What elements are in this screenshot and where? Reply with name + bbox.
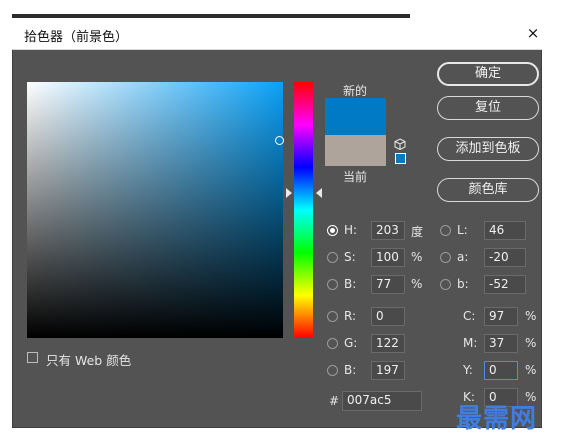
radio-h[interactable] bbox=[327, 225, 338, 236]
radio-brightness[interactable] bbox=[327, 279, 338, 290]
color-field[interactable] bbox=[27, 82, 284, 338]
hex-input[interactable]: 007ac5 bbox=[342, 391, 422, 411]
radio-lab-b[interactable] bbox=[440, 279, 451, 290]
hue-slider[interactable] bbox=[294, 82, 313, 338]
color-libraries-button[interactable]: 颜色库 bbox=[437, 178, 539, 202]
web-colors-label: 只有 Web 颜色 bbox=[46, 353, 132, 368]
l-label: L: bbox=[457, 223, 468, 237]
current-color-swatch[interactable] bbox=[325, 135, 386, 166]
brightness-label: B: bbox=[344, 277, 357, 291]
reset-button[interactable]: 复位 bbox=[437, 96, 539, 120]
radio-l[interactable] bbox=[440, 225, 451, 236]
c-label: C: bbox=[463, 309, 476, 323]
radio-s[interactable] bbox=[327, 252, 338, 263]
brightness-unit: % bbox=[411, 277, 423, 291]
a-input[interactable]: -20 bbox=[484, 248, 526, 267]
add-to-swatches-button[interactable]: 添加到色板 bbox=[437, 137, 539, 161]
h-label: H: bbox=[344, 223, 358, 237]
hue-slider-right-arrow-icon[interactable] bbox=[316, 188, 322, 198]
y-label: Y: bbox=[463, 363, 473, 377]
s-unit: % bbox=[411, 250, 423, 264]
m-input[interactable]: 37 bbox=[484, 334, 518, 353]
g-input[interactable]: 122 bbox=[371, 334, 405, 353]
m-unit: % bbox=[525, 336, 537, 350]
hue-slider-left-arrow-icon[interactable] bbox=[286, 188, 292, 198]
g-label: G: bbox=[344, 336, 358, 350]
a-label: a: bbox=[457, 250, 469, 264]
blue-label: B: bbox=[344, 363, 357, 377]
s-input[interactable]: 100 bbox=[371, 248, 405, 267]
h-unit: 度 bbox=[411, 225, 424, 239]
h-input[interactable]: 203 bbox=[371, 221, 405, 240]
out-of-gamut-cube-icon[interactable] bbox=[394, 138, 406, 150]
c-input[interactable]: 97 bbox=[484, 307, 518, 326]
new-color-swatch bbox=[325, 98, 386, 135]
radio-r[interactable] bbox=[327, 311, 338, 322]
current-color-label: 当前 bbox=[343, 170, 368, 184]
web-colors-checkbox[interactable] bbox=[27, 352, 38, 363]
web-safe-color-swatch[interactable] bbox=[395, 153, 406, 164]
radio-blue[interactable] bbox=[327, 365, 338, 376]
brightness-input[interactable]: 77 bbox=[371, 275, 405, 294]
m-label: M: bbox=[463, 336, 478, 350]
s-label: S: bbox=[344, 250, 356, 264]
radio-a[interactable] bbox=[440, 252, 451, 263]
blue-input[interactable]: 197 bbox=[371, 361, 405, 380]
lab-b-label: b: bbox=[457, 277, 469, 291]
close-icon[interactable]: × bbox=[526, 24, 540, 42]
y-input[interactable]: 0 bbox=[484, 361, 518, 380]
new-color-label: 新的 bbox=[343, 84, 368, 98]
ok-button[interactable]: 确定 bbox=[437, 62, 539, 86]
saturation-brightness-gradient bbox=[27, 82, 283, 338]
c-unit: % bbox=[525, 309, 537, 323]
y-unit: % bbox=[525, 363, 537, 377]
title-bar: 拾色器（前景色） × bbox=[12, 18, 542, 50]
r-label: R: bbox=[344, 309, 357, 323]
radio-g[interactable] bbox=[327, 338, 338, 349]
watermark-logo: 最需网 bbox=[456, 404, 538, 434]
lab-b-input[interactable]: -52 bbox=[484, 275, 526, 294]
r-input[interactable]: 0 bbox=[371, 307, 405, 326]
l-input[interactable]: 46 bbox=[484, 221, 526, 240]
window-title: 拾色器（前景色） bbox=[24, 30, 129, 45]
hex-label: # bbox=[329, 394, 340, 408]
color-field-cursor[interactable] bbox=[275, 136, 284, 145]
